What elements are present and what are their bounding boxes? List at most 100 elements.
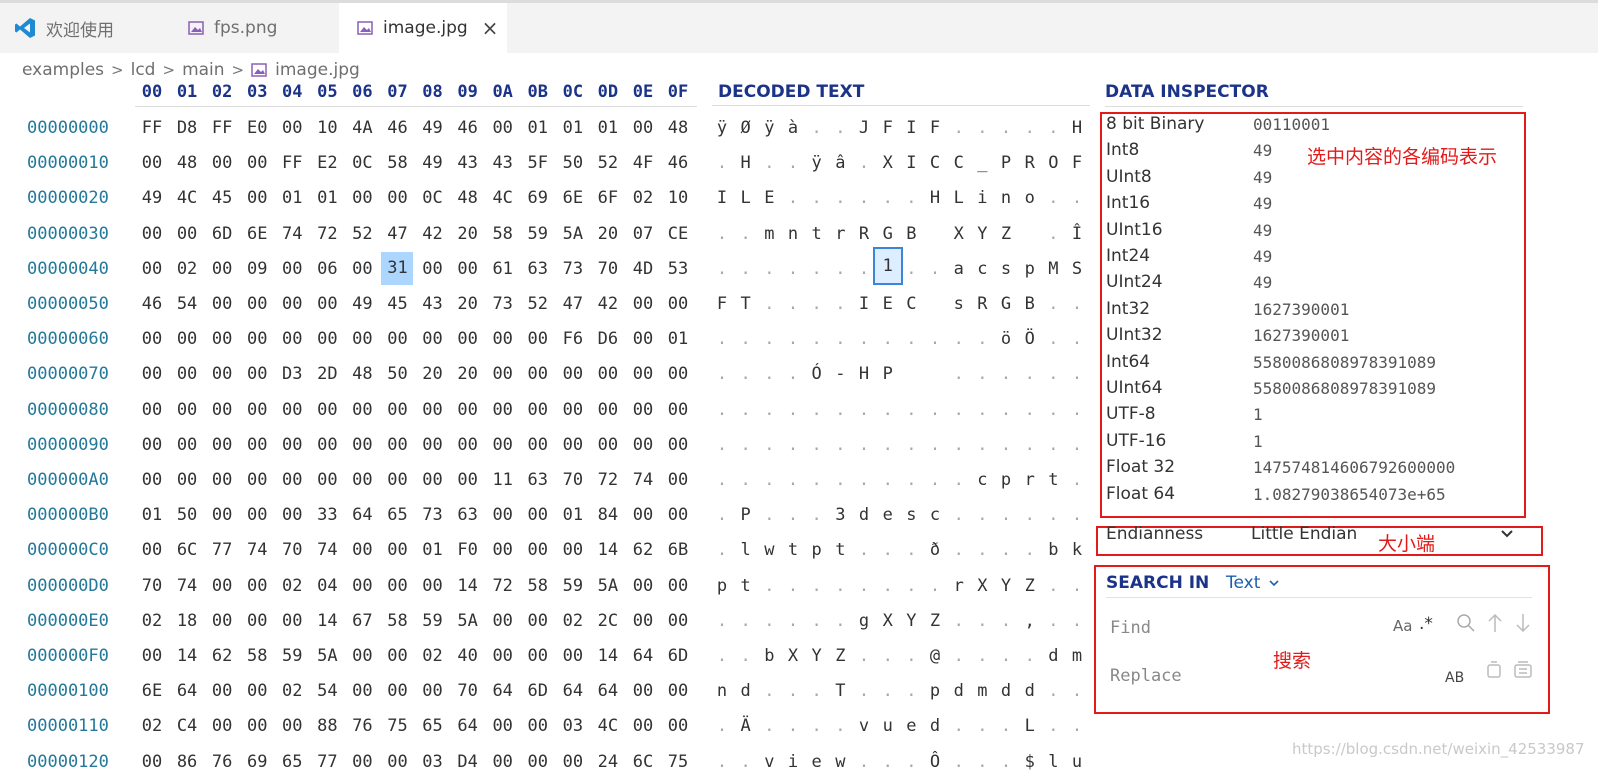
hex-byte[interactable]: 49 xyxy=(346,294,378,314)
hex-byte[interactable]: 00 xyxy=(276,716,308,736)
decoded-char[interactable]: . xyxy=(758,470,780,490)
decoded-char[interactable]: e xyxy=(900,716,922,736)
hex-byte[interactable]: 00 xyxy=(206,576,238,596)
hex-byte[interactable]: 77 xyxy=(311,752,343,772)
decoded-char[interactable]: . xyxy=(758,259,780,279)
decoded-char[interactable]: . xyxy=(948,435,970,455)
decoded-char[interactable]: . xyxy=(1066,576,1088,596)
decoded-char[interactable]: k xyxy=(1066,540,1088,560)
hex-byte[interactable]: 00 xyxy=(136,400,168,420)
hex-byte[interactable]: 00 xyxy=(522,329,554,349)
hex-byte[interactable]: 00 xyxy=(241,611,273,631)
decoded-char[interactable]: P xyxy=(877,364,899,384)
hex-byte[interactable]: 00 xyxy=(662,435,694,455)
search-binary-icon[interactable] xyxy=(1455,612,1477,638)
decoded-char[interactable]: I xyxy=(900,118,922,138)
hex-byte[interactable]: D3 xyxy=(276,364,308,384)
decoded-char[interactable]: e xyxy=(806,752,828,772)
hex-byte[interactable]: 02 xyxy=(171,259,203,279)
decoded-char[interactable]: . xyxy=(924,435,946,455)
decoded-char[interactable]: . xyxy=(758,329,780,349)
decoded-char[interactable]: . xyxy=(806,716,828,736)
decoded-char[interactable]: . xyxy=(995,646,1017,666)
decoded-char[interactable]: Z xyxy=(1019,576,1041,596)
hex-byte[interactable]: 00 xyxy=(136,470,168,490)
decoded-char[interactable]: Ô xyxy=(924,752,946,772)
hex-byte[interactable]: 00 xyxy=(381,400,413,420)
decoded-char[interactable]: X xyxy=(782,646,804,666)
decoded-char[interactable]: . xyxy=(735,435,757,455)
hex-byte[interactable]: CE xyxy=(662,224,694,244)
decoded-char[interactable]: . xyxy=(829,400,851,420)
hex-byte[interactable]: 00 xyxy=(592,364,624,384)
decoded-char[interactable]: . xyxy=(758,505,780,525)
decoded-char[interactable]: c xyxy=(971,470,993,490)
hex-byte[interactable]: 00 xyxy=(346,752,378,772)
hex-byte[interactable]: 63 xyxy=(522,259,554,279)
decoded-char[interactable]: . xyxy=(877,540,899,560)
hex-byte[interactable]: 2D xyxy=(311,364,343,384)
match-case-icon[interactable]: Aa xyxy=(1393,617,1412,635)
decoded-char[interactable]: R xyxy=(971,294,993,314)
hex-byte[interactable]: 67 xyxy=(346,611,378,631)
hex-byte[interactable]: 64 xyxy=(592,681,624,701)
hex-byte[interactable]: 00 xyxy=(241,400,273,420)
hex-byte[interactable]: 00 xyxy=(206,681,238,701)
hex-byte[interactable]: 00 xyxy=(346,259,378,279)
hex-byte[interactable]: 00 xyxy=(487,118,519,138)
decoded-char[interactable]: I xyxy=(853,294,875,314)
decoded-char[interactable]: . xyxy=(1066,716,1088,736)
decoded-char[interactable]: . xyxy=(877,576,899,596)
decoded-char[interactable]: . xyxy=(711,716,733,736)
hex-byte[interactable]: 00 xyxy=(662,400,694,420)
decoded-char[interactable]: . xyxy=(1042,364,1064,384)
hex-byte[interactable]: 00 xyxy=(346,646,378,666)
hex-byte[interactable]: 00 xyxy=(136,540,168,560)
decoded-char[interactable]: u xyxy=(877,716,899,736)
decoded-char[interactable]: . xyxy=(900,400,922,420)
decoded-char[interactable]: Ø xyxy=(735,118,757,138)
hex-byte[interactable]: 00 xyxy=(171,470,203,490)
hex-byte[interactable]: 45 xyxy=(206,188,238,208)
decoded-char[interactable]: . xyxy=(735,364,757,384)
decoded-char[interactable]: . xyxy=(900,646,922,666)
decoded-char[interactable]: . xyxy=(758,294,780,314)
decoded-char[interactable]: F xyxy=(924,118,946,138)
decoded-char[interactable]: r xyxy=(829,224,851,244)
decoded-char[interactable]: . xyxy=(829,576,851,596)
decoded-char[interactable]: Ö xyxy=(1019,329,1041,349)
decoded-char[interactable]: . xyxy=(711,329,733,349)
decoded-char[interactable]: . xyxy=(829,716,851,736)
decoded-char[interactable]: g xyxy=(853,611,875,631)
hex-byte[interactable]: 00 xyxy=(206,400,238,420)
hex-byte[interactable]: 00 xyxy=(522,716,554,736)
decoded-char[interactable]: . xyxy=(711,505,733,525)
decoded-char[interactable]: . xyxy=(829,188,851,208)
decoded-char[interactable]: X xyxy=(948,224,970,244)
decoded-char[interactable]: . xyxy=(971,716,993,736)
hex-byte[interactable]: 00 xyxy=(346,188,378,208)
hex-byte[interactable]: 00 xyxy=(452,470,484,490)
decoded-char[interactable]: . xyxy=(782,364,804,384)
hex-byte[interactable]: 00 xyxy=(381,752,413,772)
decoded-char[interactable]: . xyxy=(1042,435,1064,455)
hex-byte[interactable]: 00 xyxy=(206,505,238,525)
decoded-char[interactable]: . xyxy=(853,576,875,596)
decoded-char[interactable]: . xyxy=(758,576,780,596)
hex-byte[interactable]: 73 xyxy=(557,259,589,279)
hex-byte[interactable]: 00 xyxy=(276,435,308,455)
decoded-char[interactable]: n xyxy=(711,681,733,701)
decoded-char[interactable]: . xyxy=(853,646,875,666)
decoded-char[interactable]: . xyxy=(853,540,875,560)
hex-byte[interactable]: 6D xyxy=(662,646,694,666)
decoded-char[interactable]: . xyxy=(735,224,757,244)
hex-byte[interactable]: F0 xyxy=(452,540,484,560)
decoded-char[interactable]: . xyxy=(971,118,993,138)
hex-byte[interactable]: 00 xyxy=(557,435,589,455)
hex-byte[interactable]: 58 xyxy=(487,224,519,244)
decoded-char[interactable]: J xyxy=(853,118,875,138)
decoded-char[interactable]: . xyxy=(995,716,1017,736)
hex-byte[interactable]: 01 xyxy=(557,118,589,138)
hex-byte[interactable]: 70 xyxy=(557,470,589,490)
regex-icon[interactable]: .* xyxy=(1419,614,1433,634)
